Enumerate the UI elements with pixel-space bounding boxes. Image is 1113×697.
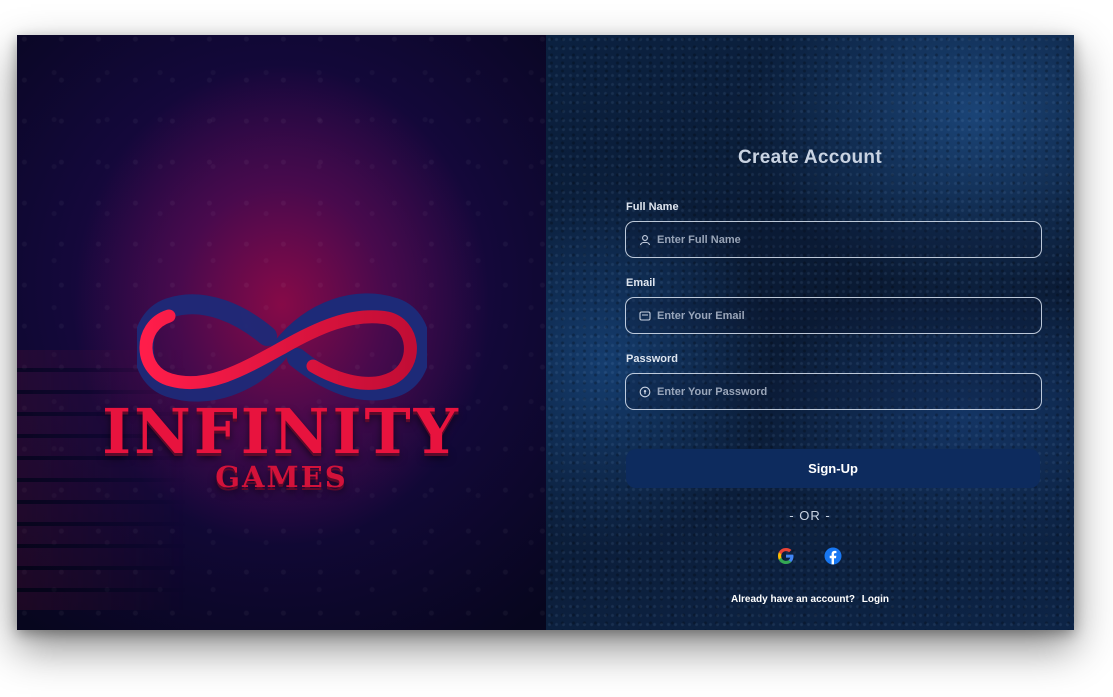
password-field-wrapper[interactable] [625,373,1042,410]
mail-icon [638,309,652,323]
full-name-label: Full Name [626,201,679,213]
email-input[interactable] [657,309,1027,322]
facebook-login-button[interactable] [824,547,842,565]
full-name-input[interactable] [657,233,1027,246]
password-input[interactable] [657,385,1027,398]
brand-subtitle: GAMES [215,460,348,494]
or-separator: - OR - [789,508,831,523]
infinity-logo-icon [137,293,427,402]
signup-button[interactable]: Sign-Up [626,449,1040,488]
page-title: Create Account [738,147,882,168]
login-prompt-text: Already have an account? [731,594,855,605]
full-name-field-wrapper[interactable] [625,221,1042,258]
password-label: Password [626,353,678,365]
email-field-wrapper[interactable] [625,297,1042,334]
login-link[interactable]: Login [862,594,889,605]
google-login-button[interactable] [777,547,795,565]
user-icon [638,233,652,247]
brand-title: INFINITY [102,395,461,468]
login-prompt: Already have an account? Login [546,594,1074,605]
lock-icon [638,385,652,399]
signup-card: INFINITY GAMES Create Account Full Name … [17,35,1074,630]
google-icon [778,548,794,564]
email-label: Email [626,277,656,289]
brand-panel: INFINITY GAMES [17,35,546,630]
signup-form-panel: Create Account Full Name Email Password … [546,35,1074,630]
facebook-icon [824,547,842,565]
